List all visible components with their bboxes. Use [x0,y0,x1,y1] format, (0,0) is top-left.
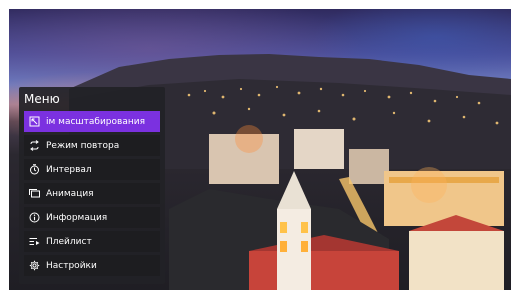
menu-item-label: ім масштабирования [46,116,145,127]
menu-item-zoom-mode[interactable]: ім масштабирования [24,111,160,132]
menu-item-label: Интервал [46,164,92,175]
menu-item-label: Режим повтора [46,140,120,151]
menu-panel: Меню ім масштабирования Режим повтора Ин… [19,87,165,284]
menu-item-repeat-mode[interactable]: Режим повтора [24,135,160,156]
menu-item-label: Информация [46,212,108,223]
menu-item-label: Анимация [46,188,94,199]
menu-item-interval[interactable]: Интервал [24,159,160,180]
menu-item-settings[interactable]: Настройки [24,255,160,276]
menu-item-playlist[interactable]: Плейлист [24,231,160,252]
timer-icon [29,164,40,175]
menu-item-animation[interactable]: Анимация [24,183,160,204]
info-icon [29,212,40,223]
settings-icon [29,260,40,271]
zoom-fit-icon [29,116,40,127]
menu-item-label: Настройки [46,260,97,271]
menu-item-label: Плейлист [46,236,92,247]
repeat-icon [29,140,40,151]
menu-item-information[interactable]: Информация [24,207,160,228]
playlist-icon [29,236,40,247]
slides-icon [29,188,40,199]
menu-title: Меню [24,92,60,106]
